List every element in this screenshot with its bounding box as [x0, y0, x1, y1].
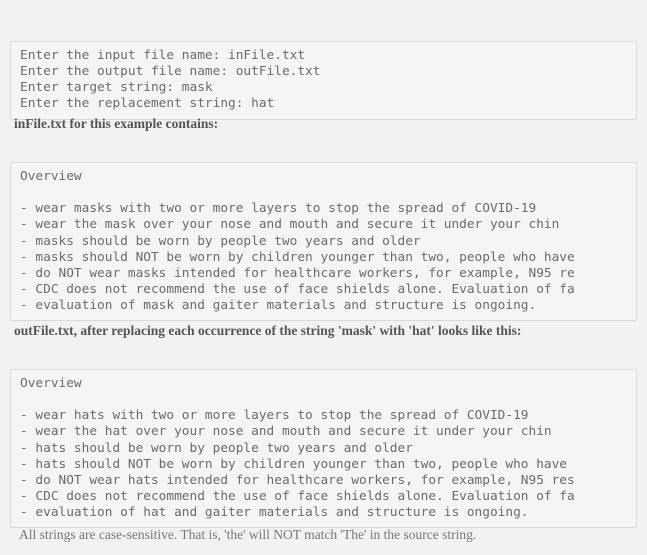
- code-line: Overview: [20, 375, 82, 391]
- outfile-content-block: Overview - wear hats with two or more la…: [10, 368, 637, 529]
- code-line: Enter target string: mask: [20, 80, 213, 96]
- code-line: - evaluation of mask and gaiter material…: [20, 298, 537, 314]
- outfile-caption: outFile.txt, after replacing each occurr…: [14, 323, 522, 338]
- infile-content-block: Overview - wear masks with two or more l…: [10, 161, 637, 322]
- page-root: Enter the input file name: inFile.txt Ent…: [0, 0, 647, 555]
- code-line: Enter the input file name: inFile.txt: [20, 47, 306, 63]
- case-sensitivity-note: All strings are case-sensitive. That is,…: [19, 527, 477, 542]
- code-line: Enter the output file name: outFile.txt: [20, 63, 321, 79]
- code-line: - masks should be worn by people two yea…: [20, 233, 421, 249]
- code-line: - do NOT wear hats intended for healthca…: [20, 472, 575, 488]
- code-line: - CDC does not recommend the use of face…: [20, 489, 575, 505]
- code-line: - evaluation of hat and gaiter materials…: [20, 505, 529, 521]
- code-line: - wear hats with two or more layers to s…: [20, 408, 529, 424]
- code-line: - do NOT wear masks intended for healthc…: [20, 265, 575, 281]
- infile-caption: inFile.txt for this example contains:: [14, 116, 219, 131]
- code-line: - wear masks with two or more layers to …: [20, 201, 537, 217]
- code-line: - wear the hat over your nose and mouth …: [20, 424, 552, 440]
- code-line: - masks should NOT be worn by children y…: [20, 249, 575, 265]
- code-line: Overview: [20, 168, 82, 184]
- code-line: - wear the mask over your nose and mouth…: [20, 217, 560, 233]
- code-line: Enter the replacement string: hat: [20, 96, 275, 112]
- console-output-block: Enter the input file name: inFile.txt Ent…: [10, 40, 637, 120]
- code-line: - hats should be worn by people two year…: [20, 440, 413, 456]
- code-line: - CDC does not recommend the use of face…: [20, 282, 575, 298]
- code-line: - hats should NOT be worn by children yo…: [20, 456, 568, 472]
